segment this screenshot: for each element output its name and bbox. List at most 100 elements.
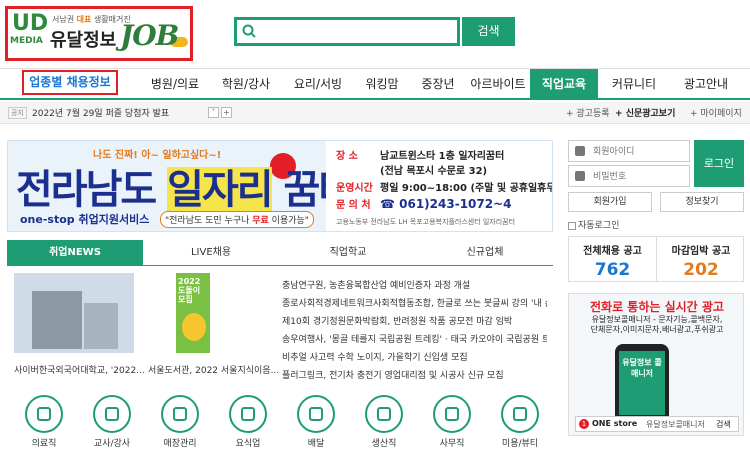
icon-shape: [377, 407, 391, 421]
search-box: [234, 17, 460, 46]
site-logo[interactable]: UD MEDIA 서남권 대표 생활매거진 유달정보 JOB: [5, 6, 193, 61]
news-thumbnail[interactable]: 2022 도돌이 모집: [176, 273, 210, 353]
job-categories: 의료직 교사/강사 매장관리 요식업 배달 생산직 사무직 미용/뷰티: [8, 395, 558, 455]
notice-prev-button[interactable]: ˅: [208, 107, 219, 118]
ad-subtitle: 유달정보콜매니저 - 문자기능,콜백문자, 단체문자,이미지문자,배너광고,푸쉬…: [569, 315, 743, 335]
building-illustration: [32, 291, 82, 349]
news-thumbnail[interactable]: [14, 273, 134, 353]
notice-bar: 공지 2022년 7월 29일 퍼즐 당첨자 발표 ˅ + + 광고등록 + 신…: [0, 102, 750, 124]
join-button[interactable]: 회원가입: [568, 192, 652, 212]
onestore-number: 1: [579, 419, 589, 429]
tab-job-news[interactable]: 취업NEWS: [7, 240, 143, 266]
nav-item-academy[interactable]: 학원/강사: [210, 69, 282, 99]
category-production[interactable]: 생산직: [354, 395, 414, 449]
nav-item-community[interactable]: 커뮤니티: [598, 69, 670, 99]
info-value: 남교트윈스타 1층 일자리꿈터: [380, 151, 505, 162]
icon-shape: [105, 407, 119, 421]
logo-tagline-prefix: 서남권: [52, 15, 75, 24]
notice-text[interactable]: 2022년 7월 29일 퍼즐 당첨자 발표: [32, 106, 169, 119]
mypage-link[interactable]: + 마이페이지: [690, 106, 742, 119]
banner-info: 장 소 남교트윈스타 1층 일자리꿈터 (전남 목포시 수문로 32) 운영시간 평…: [326, 141, 553, 231]
news-thumbnail-caption[interactable]: 서울도서관, 2022 서울지식이음...: [148, 363, 279, 376]
job-stats: 전체채용 공고 762 마감임박 공고 202: [568, 236, 744, 282]
nav-item-hospital[interactable]: 병원/의료: [140, 69, 210, 99]
teacher-icon: [93, 395, 131, 433]
news-item[interactable]: 비추얼 사고력 수학 노이지, 가을학기 신입생 모집: [282, 349, 547, 367]
logo-tagline: 서남권 대표 생활매거진: [52, 14, 131, 25]
banner-free-prefix: "전라남도 도민 누구나: [165, 216, 253, 226]
info-key: 문 의 처: [336, 200, 371, 211]
truck-icon: [297, 395, 335, 433]
scissors-icon: [501, 395, 539, 433]
category-delivery[interactable]: 배달: [286, 395, 346, 449]
deadline-jobs-label: 마감임박 공고: [671, 246, 731, 257]
find-info-button[interactable]: 정보찾기: [660, 192, 744, 212]
banner-subtitle: one-stop 취업지원서비스: [20, 213, 150, 226]
category-medical[interactable]: 의료직: [14, 395, 74, 449]
category-food-service[interactable]: 요식업: [218, 395, 278, 449]
news-thumbnail-caption[interactable]: 사이버한국외국어대학교, '2022...: [14, 363, 145, 376]
nav-item-ad-info[interactable]: 광고안내: [670, 69, 742, 99]
banner-info-row: 장 소 남교트윈스타 1층 일자리꿈터: [336, 147, 504, 162]
banner-title: 전라남도 일자리 꿈터: [16, 157, 355, 215]
tab-vocational-school[interactable]: 직업학교: [279, 240, 417, 266]
factory-icon: [365, 395, 403, 433]
nav-item-middle-aged[interactable]: 중장년: [410, 69, 466, 99]
password-input[interactable]: [593, 168, 687, 184]
search-button[interactable]: 검색: [462, 17, 515, 46]
onestore-search-bar: 1 ONE store 유달정보콜매니저 검색: [575, 416, 739, 432]
nav-item-job-training[interactable]: 직업교육: [530, 69, 598, 99]
category-teacher[interactable]: 교사/강사: [82, 395, 142, 449]
info-value: 평일 9:00~18:00 (주말 및 공휴일휴무): [380, 183, 553, 194]
news-list: 충남연구원, 농촌융복합산업 예비인증자 과정 개설 종로사회적경제네트워크사회…: [282, 277, 547, 385]
main-nav: 업종별 채용정보 병원/의료 학원/강사 요리/서빙 워킹맘 중장년 아르바이트…: [0, 68, 750, 100]
nav-item-working-mom[interactable]: 워킹맘: [354, 69, 410, 99]
briefcase-icon: [433, 395, 471, 433]
category-beauty[interactable]: 미용/뷰티: [490, 395, 550, 449]
deadline-jobs-value: 202: [683, 260, 719, 280]
news-item[interactable]: 제10회 경기정원문화박람회, 반려정원 작품 공모전 마감 임박: [282, 313, 547, 331]
onestore-query: 유달정보콜매니저: [646, 420, 705, 429]
news-item[interactable]: 송우여행사, '몽골 테를지 국립공원 트레킹' · 태국 카오야이 국립공원 …: [282, 331, 547, 349]
banner-info-row: (전남 목포시 수문로 32): [336, 162, 487, 177]
category-label: 매장관리: [163, 439, 197, 449]
notice-tag: 공지: [8, 107, 27, 119]
category-label: 요식업: [235, 439, 261, 449]
phone-screen-text: 유달정보 콜매니저: [619, 351, 665, 415]
ad-register-link[interactable]: + 광고등록: [566, 106, 610, 119]
logo-ud: UD: [12, 11, 49, 36]
logo-media: MEDIA: [10, 36, 43, 46]
category-label: 미용/뷰티: [501, 439, 539, 449]
category-label: 교사/강사: [93, 439, 131, 449]
mascot-illustration: [182, 313, 206, 341]
login-button[interactable]: 로그인: [694, 140, 744, 187]
callmanager-ad[interactable]: 전화로 통하는 실시간 광고 유달정보콜매니저 - 문자기능,콜백문자, 단체문…: [568, 293, 744, 436]
newspaper-ad-link[interactable]: + 신문광고보기: [615, 106, 675, 119]
news-item[interactable]: 종로사회적경제네트워크사회적협동조합, 한글로 쓰는 붓글씨 강의 '내 손..…: [282, 295, 547, 313]
main-banner[interactable]: 나도 진짜! 아~ 일하고싶다~! 전라남도 일자리 꿈터 one-stop 취…: [7, 140, 553, 232]
nav-item-cooking[interactable]: 요리/서빙: [282, 69, 354, 99]
tab-new-companies[interactable]: 신규업체: [417, 240, 553, 266]
category-store-management[interactable]: 매장관리: [150, 395, 210, 449]
auto-login-label: 자동로그인: [578, 221, 620, 231]
search-input[interactable]: [261, 21, 451, 41]
total-jobs-stat[interactable]: 전체채용 공고 762: [569, 237, 657, 281]
ad-register-label: 광고등록: [576, 109, 610, 119]
utensils-icon: [229, 395, 267, 433]
user-icon: [575, 146, 585, 156]
auto-login-checkbox[interactable]: 자동로그인: [568, 218, 619, 231]
deadline-jobs-stat[interactable]: 마감임박 공고 202: [657, 237, 745, 281]
category-office[interactable]: 사무직: [422, 395, 482, 449]
icon-shape: [445, 407, 459, 421]
nav-item-industry-jobs[interactable]: 업종별 채용정보: [22, 70, 118, 95]
banner-info-row: 운영시간 평일 9:00~18:00 (주말 및 공휴일휴무): [336, 179, 553, 194]
icon-shape: [241, 407, 255, 421]
info-key: 운영시간: [336, 183, 373, 194]
news-item[interactable]: 충남연구원, 농촌융복합산업 예비인증자 과정 개설: [282, 277, 547, 295]
news-item[interactable]: 플러그링크, 전기차 충전기 영업대리점 및 시공사 신규 모집: [282, 367, 547, 385]
id-input[interactable]: [593, 143, 687, 159]
nav-item-part-time[interactable]: 아르바이트: [466, 69, 530, 99]
search-icon: [242, 24, 256, 38]
tab-live-jobs[interactable]: LIVE채용: [143, 240, 279, 266]
notice-next-button[interactable]: +: [221, 107, 232, 118]
